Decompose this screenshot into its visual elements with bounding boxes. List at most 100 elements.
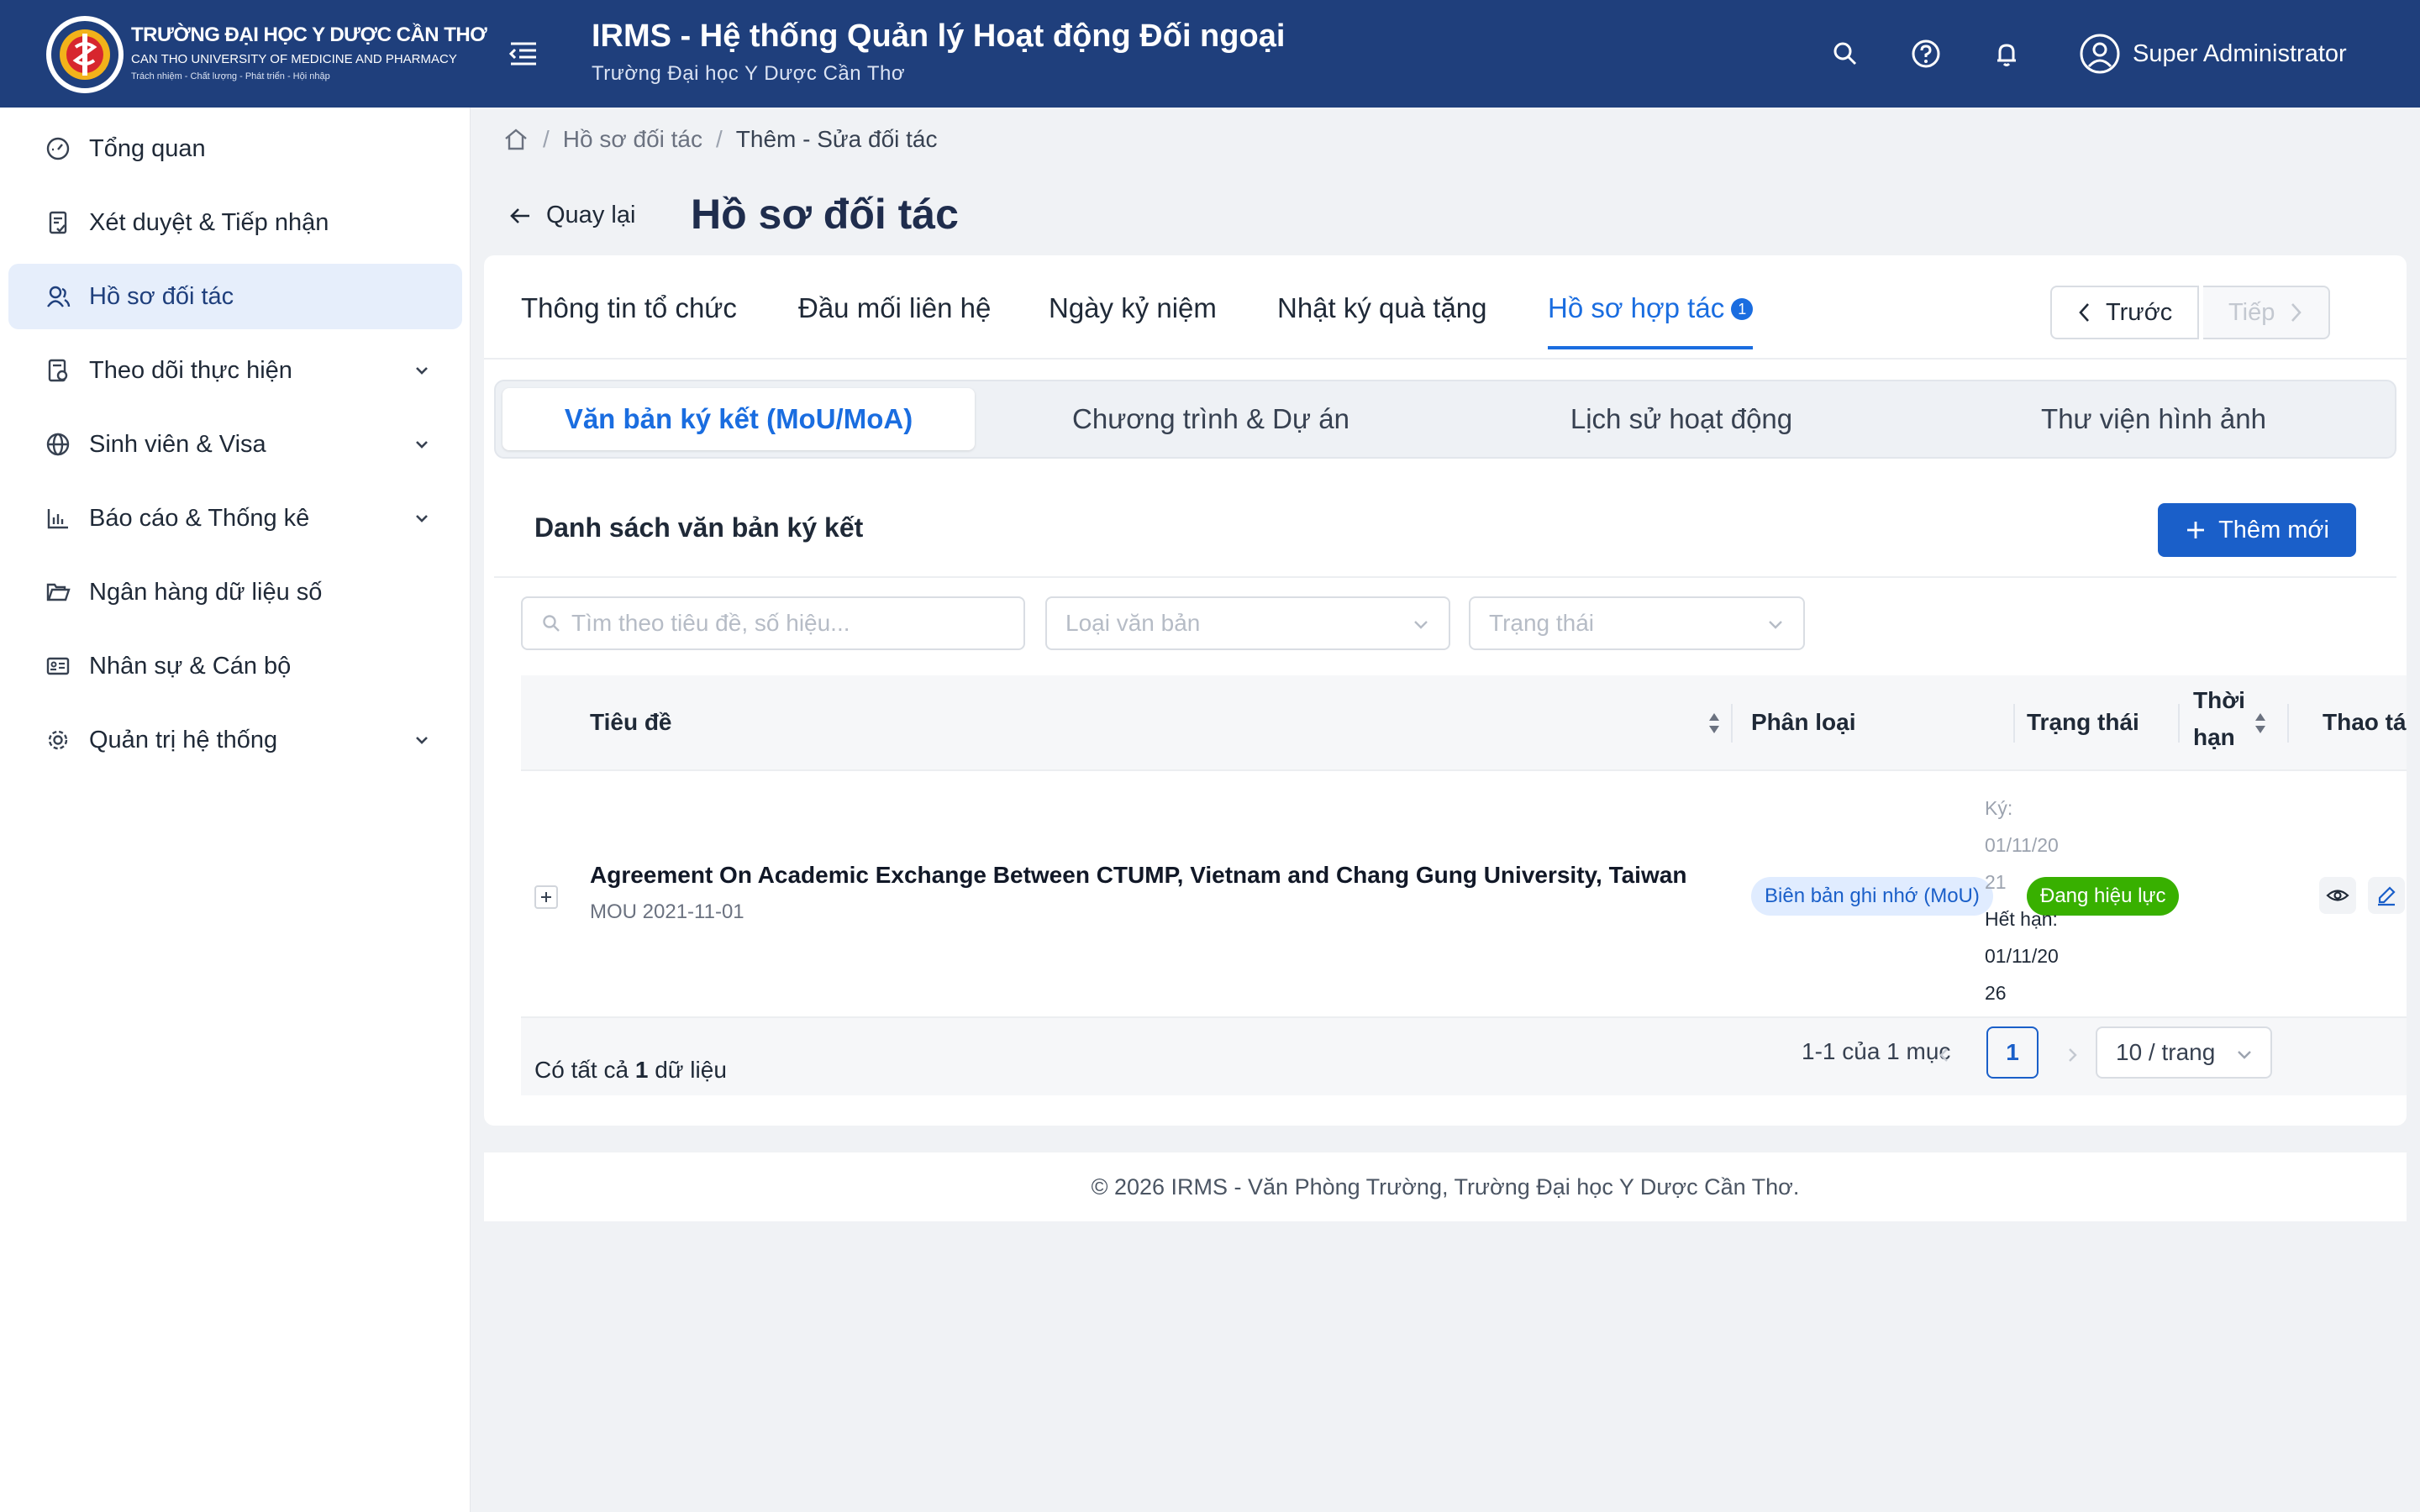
sidebar-item-label: Quản trị hệ thống	[89, 726, 278, 753]
column-header-type: Phân loại	[1751, 709, 1856, 735]
add-new-button[interactable]: Thêm mới	[2158, 503, 2356, 557]
app-title: IRMS - Hệ thống Quản lý Hoạt động Đối ng…	[592, 18, 1286, 54]
tab-label: Hồ sơ hợp tác	[1548, 292, 1725, 323]
sidebar-item-data-bank[interactable]: Ngân hàng dữ liệu số	[8, 559, 462, 625]
sidebar-item-label: Theo dõi thực hiện	[89, 356, 292, 384]
tab-anniversaries[interactable]: Ngày kỷ niệm	[1049, 292, 1217, 324]
document-type-placeholder: Loại văn bản	[1065, 610, 1201, 636]
subtab-programs-projects[interactable]: Chương trình & Dự án	[975, 388, 1447, 450]
chevron-down-icon	[412, 434, 432, 454]
tab-gift-log[interactable]: Nhật ký quà tặng	[1277, 292, 1487, 324]
search-icon[interactable]	[1828, 37, 1862, 71]
breadcrumb-link-partners[interactable]: Hồ sơ đối tác	[563, 126, 702, 153]
next-button[interactable]: Tiếp	[2203, 286, 2331, 339]
university-motto: Trách nhiệm - Chất lượng - Phát triển - …	[131, 71, 330, 81]
chevron-down-icon	[1412, 615, 1430, 633]
home-icon[interactable]	[502, 127, 529, 152]
subtab-image-gallery[interactable]: Thư viện hình ảnh	[1918, 388, 2390, 450]
tracking-icon	[45, 358, 71, 383]
column-separator	[2013, 704, 2015, 743]
status-select[interactable]: Trạng thái	[1469, 596, 1805, 650]
chevron-right-icon[interactable]	[2062, 1045, 2082, 1065]
sort-icon[interactable]	[2252, 711, 2269, 736]
term-dates: Ký: 01/11/20 21 Hết hạn: 01/11/20 26	[1985, 790, 2077, 1011]
breadcrumb: / Hồ sơ đối tác / Thêm - Sửa đối tác	[502, 126, 938, 153]
university-name-block: TRƯỜNG ĐẠI HỌC Y DƯỢC CẦN THƠ CAN THO UN…	[131, 24, 487, 81]
bell-icon[interactable]	[1990, 37, 2023, 71]
folder-icon	[45, 580, 71, 605]
edit-icon	[2375, 884, 2398, 907]
tab-cooperation-records[interactable]: Hồ sơ hợp tác 1	[1548, 292, 1754, 349]
column-separator	[1731, 704, 1733, 743]
user-menu[interactable]: Super Administrator	[2079, 32, 2347, 76]
chevron-right-icon	[2288, 302, 2303, 323]
chevron-down-icon	[412, 508, 432, 528]
user-icon	[2079, 33, 2121, 75]
signed-date-line2: 21	[1985, 871, 2007, 893]
sidebar-item-staff[interactable]: Nhân sự & Cán bộ	[8, 633, 462, 699]
subtab-agreements[interactable]: Văn bản ký kết (MoU/MoA)	[502, 388, 975, 450]
gear-icon	[45, 727, 71, 753]
tab-count-badge: 1	[1731, 298, 1754, 320]
page-title: Hồ sơ đối tác	[691, 191, 959, 238]
page-number[interactable]: 1	[1986, 1026, 2039, 1079]
tab-bar: Thông tin tổ chức Đầu mối liên hệ Ngày k…	[484, 255, 2407, 360]
expiry-date-line1: 01/11/20	[1985, 945, 2059, 967]
tab-contacts[interactable]: Đầu mối liên hệ	[798, 292, 991, 324]
breadcrumb-current: Thêm - Sửa đối tác	[735, 126, 938, 152]
column-header-status: Trạng thái	[2027, 709, 2139, 735]
page-size-select[interactable]: 10 / trang	[2096, 1026, 2272, 1079]
column-separator	[2178, 704, 2180, 743]
expand-row-button[interactable]	[534, 885, 558, 909]
sidebar-item-overview[interactable]: Tổng quan	[8, 116, 462, 181]
user-name: Super Administrator	[2133, 39, 2347, 67]
table-footer: Có tất cả 1 dữ liệu 1-1 của 1 mục 1 10 /…	[521, 1018, 2407, 1095]
total-suffix: dữ liệu	[655, 1057, 727, 1083]
tab-organization-info[interactable]: Thông tin tổ chức	[521, 292, 737, 324]
page-range: 1-1 của 1 mục	[1802, 1038, 1951, 1064]
plus-icon	[2185, 519, 2207, 541]
chevron-left-icon[interactable]	[1934, 1045, 1954, 1065]
document-type-select[interactable]: Loại văn bản	[1045, 596, 1450, 650]
sort-icon[interactable]	[1706, 711, 1723, 736]
globe-icon	[45, 432, 71, 457]
sidebar-item-reports[interactable]: Báo cáo & Thống kê	[8, 486, 462, 551]
sidebar-item-label: Hồ sơ đối tác	[89, 282, 234, 310]
total-number: 1	[634, 1057, 649, 1083]
menu-fold-icon[interactable]	[508, 39, 541, 69]
page-size-value: 10 / trang	[2116, 1039, 2216, 1065]
sidebar-item-admin[interactable]: Quản trị hệ thống	[8, 707, 462, 773]
signed-label: Ký:	[1985, 797, 2013, 819]
column-header-title: Tiêu đề	[590, 709, 672, 735]
add-new-label: Thêm mới	[2218, 516, 2329, 543]
dashboard-icon	[45, 136, 71, 161]
prev-label: Trước	[2106, 298, 2173, 326]
sidebar-item-label: Nhân sự & Cán bộ	[89, 652, 292, 680]
total-prefix: Có tất cả	[534, 1057, 629, 1083]
view-button[interactable]	[2319, 877, 2356, 914]
university-logo	[45, 15, 124, 94]
back-button[interactable]: Quay lại	[508, 202, 635, 229]
university-name-en: CAN THO UNIVERSITY OF MEDICINE AND PHARM…	[131, 52, 457, 66]
sidebar-item-label: Ngân hàng dữ liệu số	[89, 578, 323, 606]
sidebar-item-students-visa[interactable]: Sinh viên & Visa	[8, 412, 462, 477]
type-tag: Biên bản ghi nhớ (MoU)	[1751, 877, 1993, 916]
table-header: Tiêu đề Phân loại Trạng thái Thời hạn Th…	[521, 675, 2407, 771]
subtab-activity-history[interactable]: Lịch sử hoạt động	[1445, 388, 1918, 450]
sidebar-item-tracking[interactable]: Theo dõi thực hiện	[8, 338, 462, 403]
chevron-left-icon	[2077, 302, 2092, 323]
total-count: Có tất cả 1 dữ liệu	[534, 1057, 727, 1084]
expiry-label: Hết hạn:	[1985, 908, 2058, 930]
prev-button[interactable]: Trước	[2050, 286, 2200, 339]
sidebar: Tổng quan Xét duyệt & Tiếp nhận Hồ sơ đố…	[0, 108, 471, 1512]
copyright-text: © 2026 IRMS - Văn Phòng Trường, Trường Đ…	[1091, 1173, 1800, 1200]
sidebar-item-review[interactable]: Xét duyệt & Tiếp nhận	[8, 190, 462, 255]
agreement-title[interactable]: Agreement On Academic Exchange Between C…	[590, 862, 1686, 889]
help-icon[interactable]	[1909, 37, 1943, 71]
edit-button[interactable]	[2368, 877, 2405, 914]
search-input[interactable]: Tìm theo tiêu đề, số hiệu...	[521, 596, 1025, 650]
breadcrumb-separator: /	[716, 126, 723, 152]
column-header-actions: Thao tác	[2323, 709, 2407, 735]
sidebar-item-partners[interactable]: Hồ sơ đối tác	[8, 264, 462, 329]
search-icon	[541, 613, 561, 633]
